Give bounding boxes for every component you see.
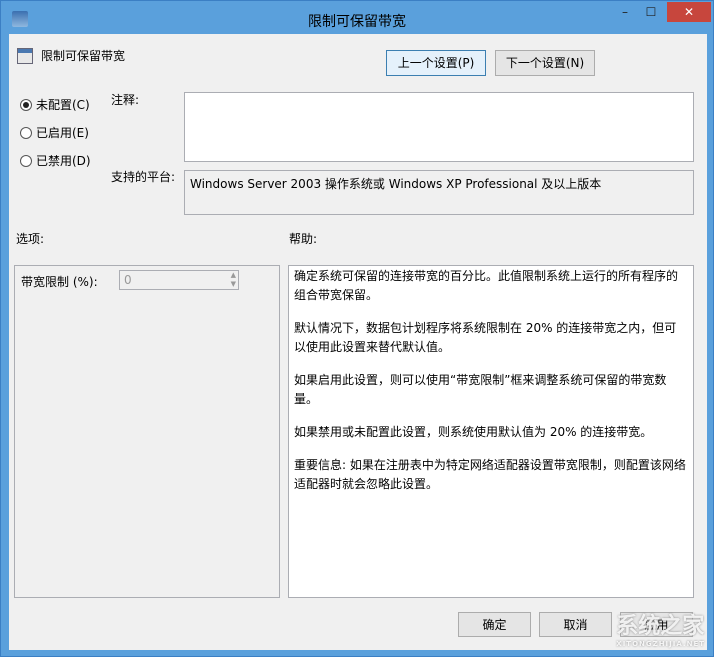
help-text: 确定系统可保留的连接带宽的百分比。此值限制系统上运行的所有程序的组合带宽保留。 … [288, 265, 694, 598]
radio-not-configured[interactable]: 未配置(C) [20, 96, 90, 113]
minimize-button[interactable]: – [612, 2, 638, 22]
radio-enabled[interactable]: 已启用(E) [20, 124, 89, 141]
platform-label: 支持的平台: [111, 170, 176, 184]
bandwidth-label: 带宽限制 (%): [21, 275, 98, 289]
spin-arrows-icon[interactable]: ▲ ▼ [231, 271, 236, 289]
close-button[interactable]: ✕ [667, 2, 711, 22]
help-paragraph: 重要信息: 如果在注册表中为特定网络适配器设置带宽限制，则配置该网络适配器时就会… [294, 458, 686, 491]
bandwidth-spinner[interactable]: 0 ▲ ▼ [119, 270, 239, 290]
help-label: 帮助: [289, 232, 318, 246]
radio-circle[interactable] [20, 154, 32, 167]
dialog-window: 限制可保留带宽 – ☐ ✕ 限制可保留带宽 上一个设置(P) 下一个设置(N) … [0, 0, 714, 657]
window-title: 限制可保留带宽 [308, 14, 406, 30]
platform-value: Windows Server 2003 操作系统或 Windows XP Pro… [190, 177, 602, 191]
help-paragraph: 确定系统可保留的连接带宽的百分比。此值限制系统上运行的所有程序的组合带宽保留。 [294, 269, 679, 302]
radio-circle[interactable] [20, 98, 32, 111]
help-paragraph: 如果禁用或未配置此设置，则系统使用默认值为 20% 的连接带宽。 [294, 425, 653, 439]
radio-circle[interactable] [20, 126, 32, 139]
title-bar[interactable]: 限制可保留带宽 – ☐ ✕ [2, 2, 712, 36]
dialog-body: 限制可保留带宽 上一个设置(P) 下一个设置(N) 未配置(C) 已启用(E) … [9, 34, 707, 650]
cancel-button[interactable]: 取消 [539, 612, 612, 637]
maximize-button[interactable]: ☐ [638, 2, 664, 22]
radio-label: 未配置(C) [36, 98, 90, 112]
watermark-url: XITONGZHIJIA.NET [616, 640, 705, 648]
bandwidth-value: 0 [124, 273, 132, 287]
prev-setting-button[interactable]: 上一个设置(P) [386, 50, 486, 76]
radio-label: 已启用(E) [36, 126, 89, 140]
watermark-logo: 系统之家 XITONGZHIJIA.NET [616, 608, 705, 648]
radio-disabled[interactable]: 已禁用(D) [20, 152, 91, 169]
comment-label: 注释: [111, 93, 140, 107]
policy-name: 限制可保留带宽 [41, 49, 126, 63]
options-label: 选项: [16, 232, 45, 246]
comment-textarea[interactable] [184, 92, 694, 162]
help-paragraph: 如果启用此设置，则可以使用“带宽限制”框来调整系统可保留的带宽数量。 [294, 373, 667, 406]
next-setting-button[interactable]: 下一个设置(N) [495, 50, 595, 76]
ok-button[interactable]: 确定 [458, 612, 531, 637]
platform-field: Windows Server 2003 操作系统或 Windows XP Pro… [184, 170, 694, 215]
policy-icon [17, 48, 33, 64]
help-paragraph: 默认情况下，数据包计划程序将系统限制在 20% 的连接带宽之内，但可以使用此设置… [294, 321, 677, 354]
watermark-text: 系统之家 [616, 614, 705, 639]
radio-label: 已禁用(D) [36, 154, 91, 168]
options-panel: 带宽限制 (%): 0 ▲ ▼ [14, 265, 280, 598]
